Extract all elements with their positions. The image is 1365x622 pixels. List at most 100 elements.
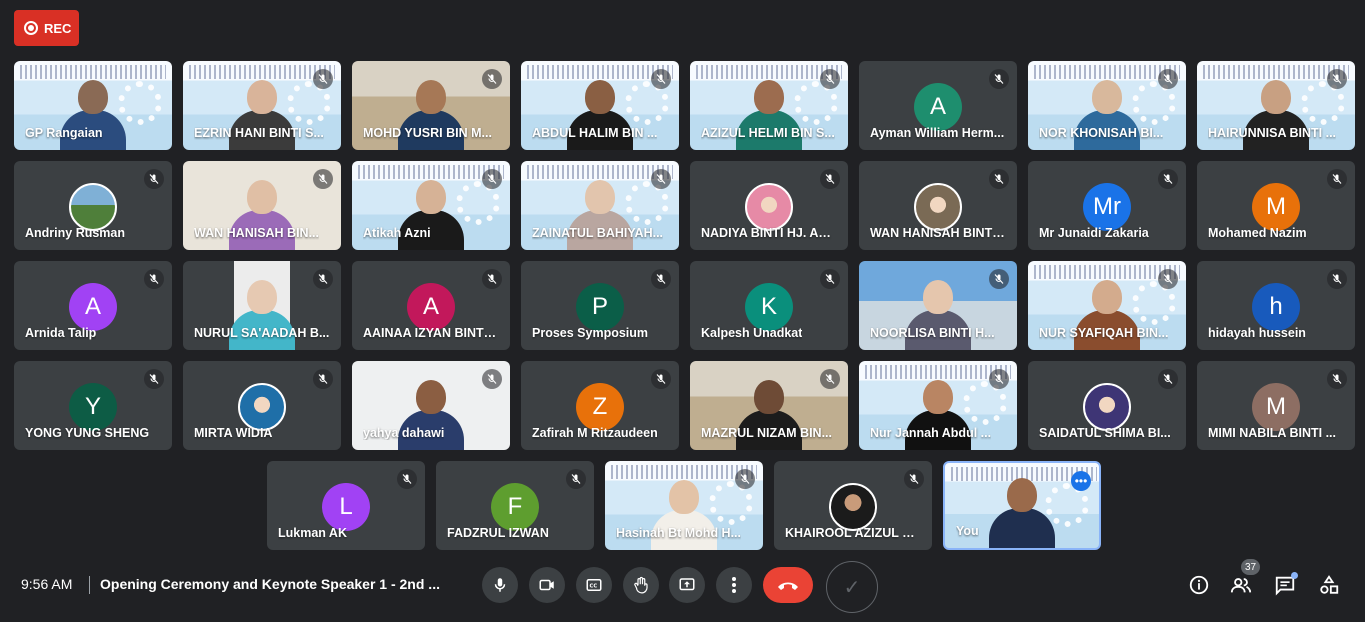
mic-off-icon <box>909 474 919 484</box>
participant-tile[interactable]: MIRTA WIDIA <box>183 361 341 450</box>
participant-tile[interactable]: NURUL SA'AADAH B... <box>183 261 341 350</box>
participant-tile[interactable]: F FADZRUL IZWAN <box>436 461 594 550</box>
mic-off-icon <box>149 374 159 384</box>
participant-name: Zafirah M Ritzaudeen <box>532 426 658 440</box>
participant-name: Nur Jannah Abdul ... <box>870 426 992 440</box>
muted-indicator <box>482 169 502 189</box>
mic-off-icon <box>149 274 159 284</box>
mic-off-icon <box>740 474 750 484</box>
more-options-icon[interactable]: ••• <box>1071 471 1091 491</box>
participant-avatar: L <box>322 483 370 531</box>
participant-tile[interactable]: AZIZUL HELMI BIN S... <box>690 61 848 150</box>
present-button[interactable] <box>669 567 705 603</box>
participant-tile[interactable]: P Proses Symposium <box>521 261 679 350</box>
participant-tile[interactable]: A AAINAA IZYAN BINTI ... <box>352 261 510 350</box>
people-button[interactable] <box>1229 573 1253 597</box>
participant-tile[interactable]: M Mohamed Nazim <box>1197 161 1355 250</box>
participant-avatar: M <box>1252 383 1300 431</box>
participant-name: KHAIROOL AZIZUL B... <box>785 526 921 540</box>
participant-avatar: A <box>69 283 117 331</box>
divider <box>89 576 90 594</box>
mic-off-icon <box>318 74 328 84</box>
more-options-button[interactable] <box>716 567 752 603</box>
participant-tile[interactable]: Nur Jannah Abdul ... <box>859 361 1017 450</box>
participant-tile[interactable]: Atikah Azni <box>352 161 510 250</box>
participant-name: Arnida Talip <box>25 326 97 340</box>
mic-off-icon <box>1332 274 1342 284</box>
mic-off-icon <box>487 374 497 384</box>
muted-indicator <box>144 369 164 389</box>
svg-text:CC: CC <box>590 584 598 590</box>
participant-tile[interactable]: h hidayah hussein <box>1197 261 1355 350</box>
mic-off-icon <box>994 174 1004 184</box>
participant-name: Hasinah Bt Mohd H... <box>616 526 741 540</box>
participant-name: SAIDATUL SHIMA BI... <box>1039 426 1171 440</box>
check-icon: ✓ <box>843 576 861 599</box>
muted-indicator <box>989 269 1009 289</box>
participant-tile[interactable]: Hasinah Bt Mohd H... <box>605 461 763 550</box>
participant-tile[interactable]: M MIMI NABILA BINTI ... <box>1197 361 1355 450</box>
muted-indicator <box>1327 69 1347 89</box>
participant-tile[interactable]: Y YONG YUNG SHENG <box>14 361 172 450</box>
mic-off-icon <box>656 274 666 284</box>
participant-photo <box>914 183 962 231</box>
participant-tile[interactable]: MAZRUL NIZAM BIN... <box>690 361 848 450</box>
participant-tile[interactable]: yahya dahawi <box>352 361 510 450</box>
recording-indicator: REC <box>14 10 79 46</box>
participant-tile[interactable]: A Ayman William Herm... <box>859 61 1017 150</box>
participant-tile[interactable]: Mr Mr Junaidi Zakaria <box>1028 161 1186 250</box>
participant-tile[interactable]: GP Rangaian <box>14 61 172 150</box>
participant-tile[interactable]: Z Zafirah M Ritzaudeen <box>521 361 679 450</box>
mic-off-icon <box>487 74 497 84</box>
participant-tile[interactable]: MOHD YUSRI BIN M... <box>352 61 510 150</box>
participant-tile[interactable]: NOORLISA BINTI H... <box>859 261 1017 350</box>
mic-off-icon <box>994 274 1004 284</box>
clock: 9:56 AM <box>21 576 73 592</box>
participant-avatar: F <box>491 483 539 531</box>
camera-icon <box>539 579 554 591</box>
participant-tile[interactable]: L Lukman AK <box>267 461 425 550</box>
mic-off-icon <box>656 374 666 384</box>
participant-tile[interactable]: EZRIN HANI BINTI S... <box>183 61 341 150</box>
participant-name: Mohamed Nazim <box>1208 226 1307 240</box>
leave-call-button[interactable] <box>763 567 813 603</box>
participant-tile[interactable]: KHAIROOL AZIZUL B... <box>774 461 932 550</box>
participant-tile[interactable]: A Arnida Talip <box>14 261 172 350</box>
participant-tile[interactable]: WAN HANISAH BINTI... <box>859 161 1017 250</box>
participant-avatar: Mr <box>1083 183 1131 231</box>
muted-indicator <box>651 269 671 289</box>
activities-button[interactable] <box>1317 573 1341 597</box>
participant-tile[interactable]: WAN HANISAH BIN... <box>183 161 341 250</box>
participant-tile[interactable]: Andriny Rusman <box>14 161 172 250</box>
camera-button[interactable] <box>529 567 565 603</box>
participant-avatar: A <box>407 283 455 331</box>
participant-tile[interactable]: ZAINATUL BAHIYAH... <box>521 161 679 250</box>
participant-name: NADIYA BINTI HJ. AB... <box>701 226 837 240</box>
participant-name: You <box>956 524 979 538</box>
meeting-details-button[interactable] <box>1187 573 1211 597</box>
raise-hand-button[interactable] <box>623 567 659 603</box>
more-vert-icon <box>732 577 736 593</box>
participant-tile[interactable]: SAIDATUL SHIMA BI... <box>1028 361 1186 450</box>
captions-button[interactable]: CC <box>576 567 612 603</box>
muted-indicator <box>651 369 671 389</box>
self-view-tile[interactable]: ••• You <box>943 461 1101 550</box>
microphone-icon <box>494 578 506 592</box>
microphone-button[interactable] <box>482 567 518 603</box>
participant-name: NOR KHONISAH BI... <box>1039 126 1164 140</box>
host-controls-button[interactable]: ✓ <box>826 561 878 613</box>
participant-tile[interactable]: NADIYA BINTI HJ. AB... <box>690 161 848 250</box>
participant-tile[interactable]: NOR KHONISAH BI... <box>1028 61 1186 150</box>
muted-indicator <box>651 69 671 89</box>
info-icon <box>1189 575 1209 595</box>
participant-row: GP Rangaian EZRIN HANI BINTI S... MOHD YUS… <box>14 61 1355 150</box>
participant-tile[interactable]: K Kalpesh Unadkat <box>690 261 848 350</box>
muted-indicator <box>1158 369 1178 389</box>
participant-tile[interactable]: ABDUL HALIM BIN ... <box>521 61 679 150</box>
mic-off-icon <box>571 474 581 484</box>
participant-row: A Arnida Talip NURUL SA'AADAH B... A AAINAA … <box>14 261 1355 350</box>
recording-label: REC <box>44 20 72 36</box>
participant-tile[interactable]: NUR SYAFIQAH BIN... <box>1028 261 1186 350</box>
muted-indicator <box>820 369 840 389</box>
participant-tile[interactable]: HAIRUNNISA BINTI ... <box>1197 61 1355 150</box>
